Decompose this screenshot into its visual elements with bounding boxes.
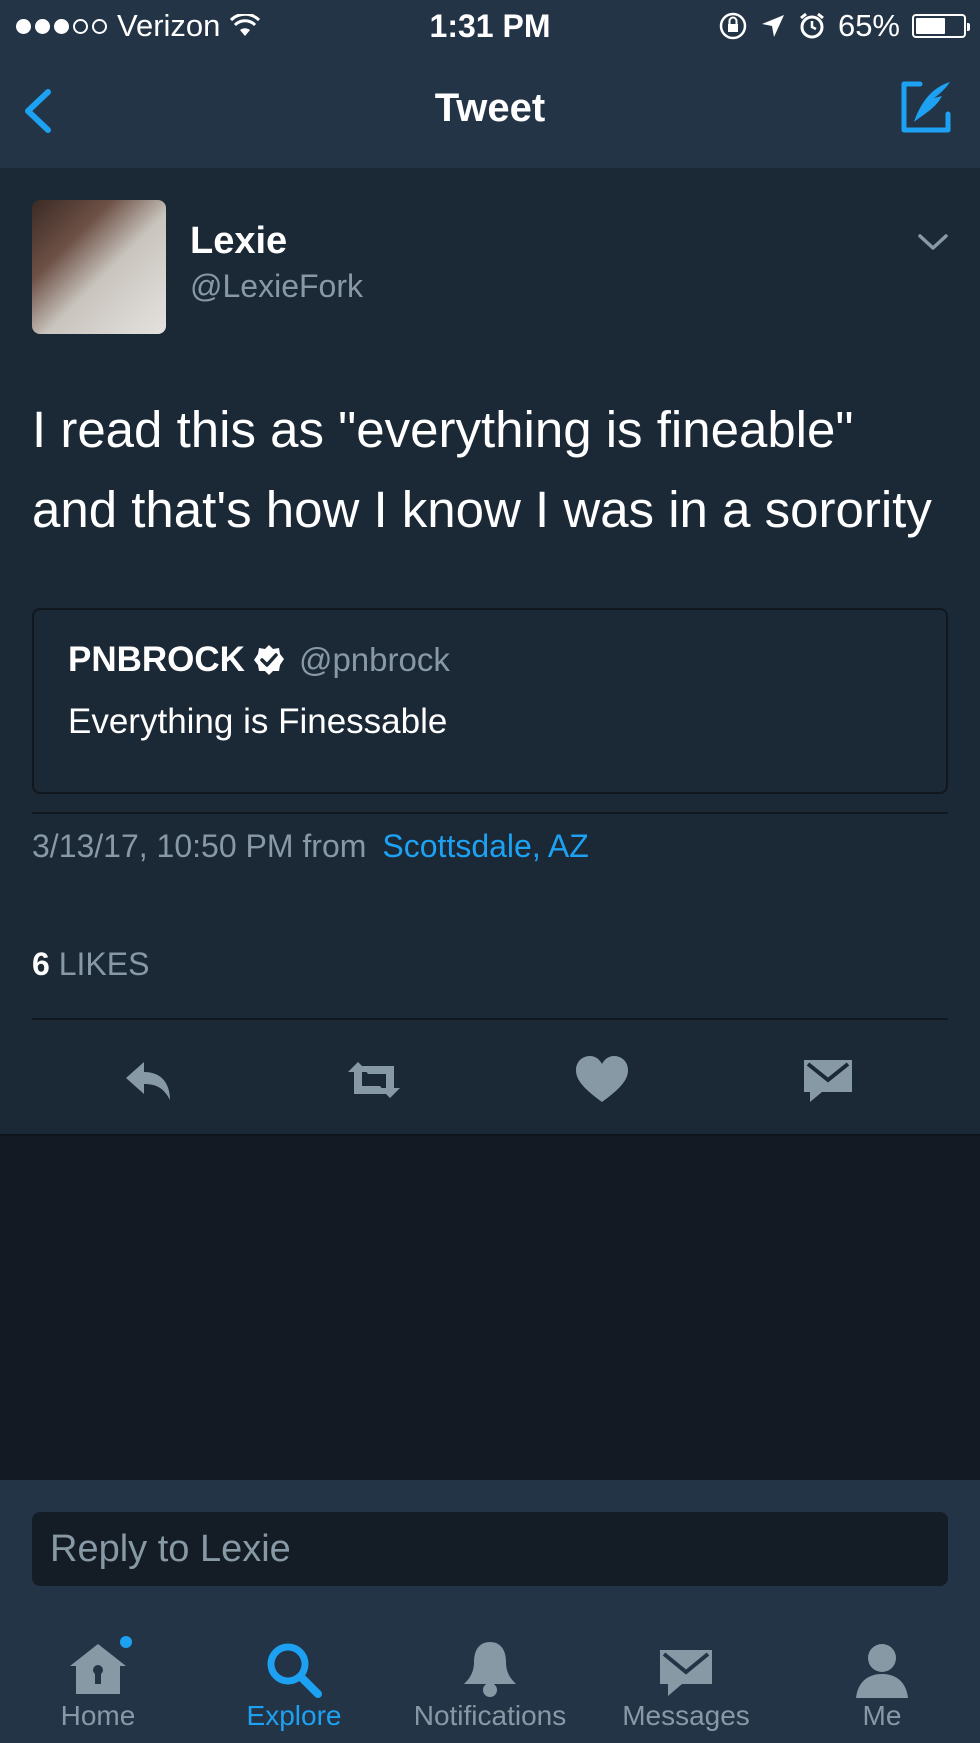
rotation-lock-icon [719, 12, 747, 40]
divider-bottom-stats [32, 1018, 948, 1020]
chevron-down-icon[interactable] [916, 230, 950, 254]
quoted-text: Everything is Finessable [68, 702, 448, 741]
nav-bar: Tweet [0, 56, 980, 169]
tab-messages[interactable]: Messages [588, 1610, 784, 1743]
tweet-text: I read this as "everything is fineable" … [32, 401, 932, 538]
avatar[interactable] [32, 200, 166, 334]
status-right: 65% [718, 8, 970, 44]
tab-home[interactable]: Home [0, 1610, 196, 1743]
quoted-author-name: PNBROCK [68, 640, 245, 679]
tab-me-label: Me [862, 1700, 902, 1731]
likes-number: 6 [32, 946, 50, 982]
verified-badge-icon [253, 645, 284, 675]
quoted-author-handle: @pnbrock [298, 641, 450, 678]
tab-explore-label: Explore [246, 1700, 342, 1731]
bell-icon [464, 1642, 516, 1697]
tweet-timestamp: 3/13/17, 10:50 PM from [32, 828, 367, 864]
retweet-icon[interactable] [342, 1048, 406, 1112]
alarm-icon [800, 12, 824, 39]
battery-icon [912, 14, 970, 38]
author-name[interactable]: Lexie [190, 220, 287, 263]
location-arrow-icon [761, 15, 784, 37]
tab-notifications-label: Notifications [413, 1700, 567, 1731]
reply-bar: Reply to Lexie [0, 1480, 980, 1610]
direct-message-icon[interactable] [796, 1048, 860, 1112]
tab-home-label: Home [60, 1700, 136, 1731]
reply-icon[interactable] [118, 1048, 182, 1112]
tweet-actions [0, 1048, 980, 1128]
home-icon [70, 1636, 132, 1694]
quoted-author: PNBROCK @pnbrock [68, 640, 450, 680]
tab-me[interactable]: Me [784, 1610, 980, 1743]
heart-icon[interactable] [570, 1048, 634, 1112]
quoted-tweet[interactable]: PNBROCK @pnbrock Everything is Finessabl… [32, 608, 948, 794]
person-icon [856, 1644, 908, 1698]
status-bar: Verizon 1:31 PM 65% [0, 0, 980, 56]
author-handle[interactable]: @LexieFork [190, 268, 363, 305]
search-icon [267, 1643, 322, 1698]
tab-notifications[interactable]: Notifications [392, 1610, 588, 1743]
tab-explore[interactable]: Explore [196, 1610, 392, 1743]
page-title: Tweet [434, 86, 546, 130]
likes-label: LIKES [58, 946, 150, 982]
tweet-meta: 3/13/17, 10:50 PM from Scottsdale, AZ [32, 828, 589, 865]
battery-percent: 65% [837, 8, 900, 43]
tweet-detail: Lexie @LexieFork I read this as "everyth… [0, 168, 980, 1136]
tab-bar: Home Explore Notifications Messages Me [0, 1610, 980, 1743]
reply-input[interactable]: Reply to Lexie [32, 1512, 948, 1586]
envelope-icon [660, 1650, 712, 1696]
tweet-location-link[interactable]: Scottsdale, AZ [382, 828, 588, 865]
compose-tweet-icon[interactable] [898, 78, 954, 136]
divider-top-stats [32, 812, 948, 814]
likes-count[interactable]: 6 LIKES [32, 946, 149, 983]
tab-messages-label: Messages [622, 1700, 750, 1731]
